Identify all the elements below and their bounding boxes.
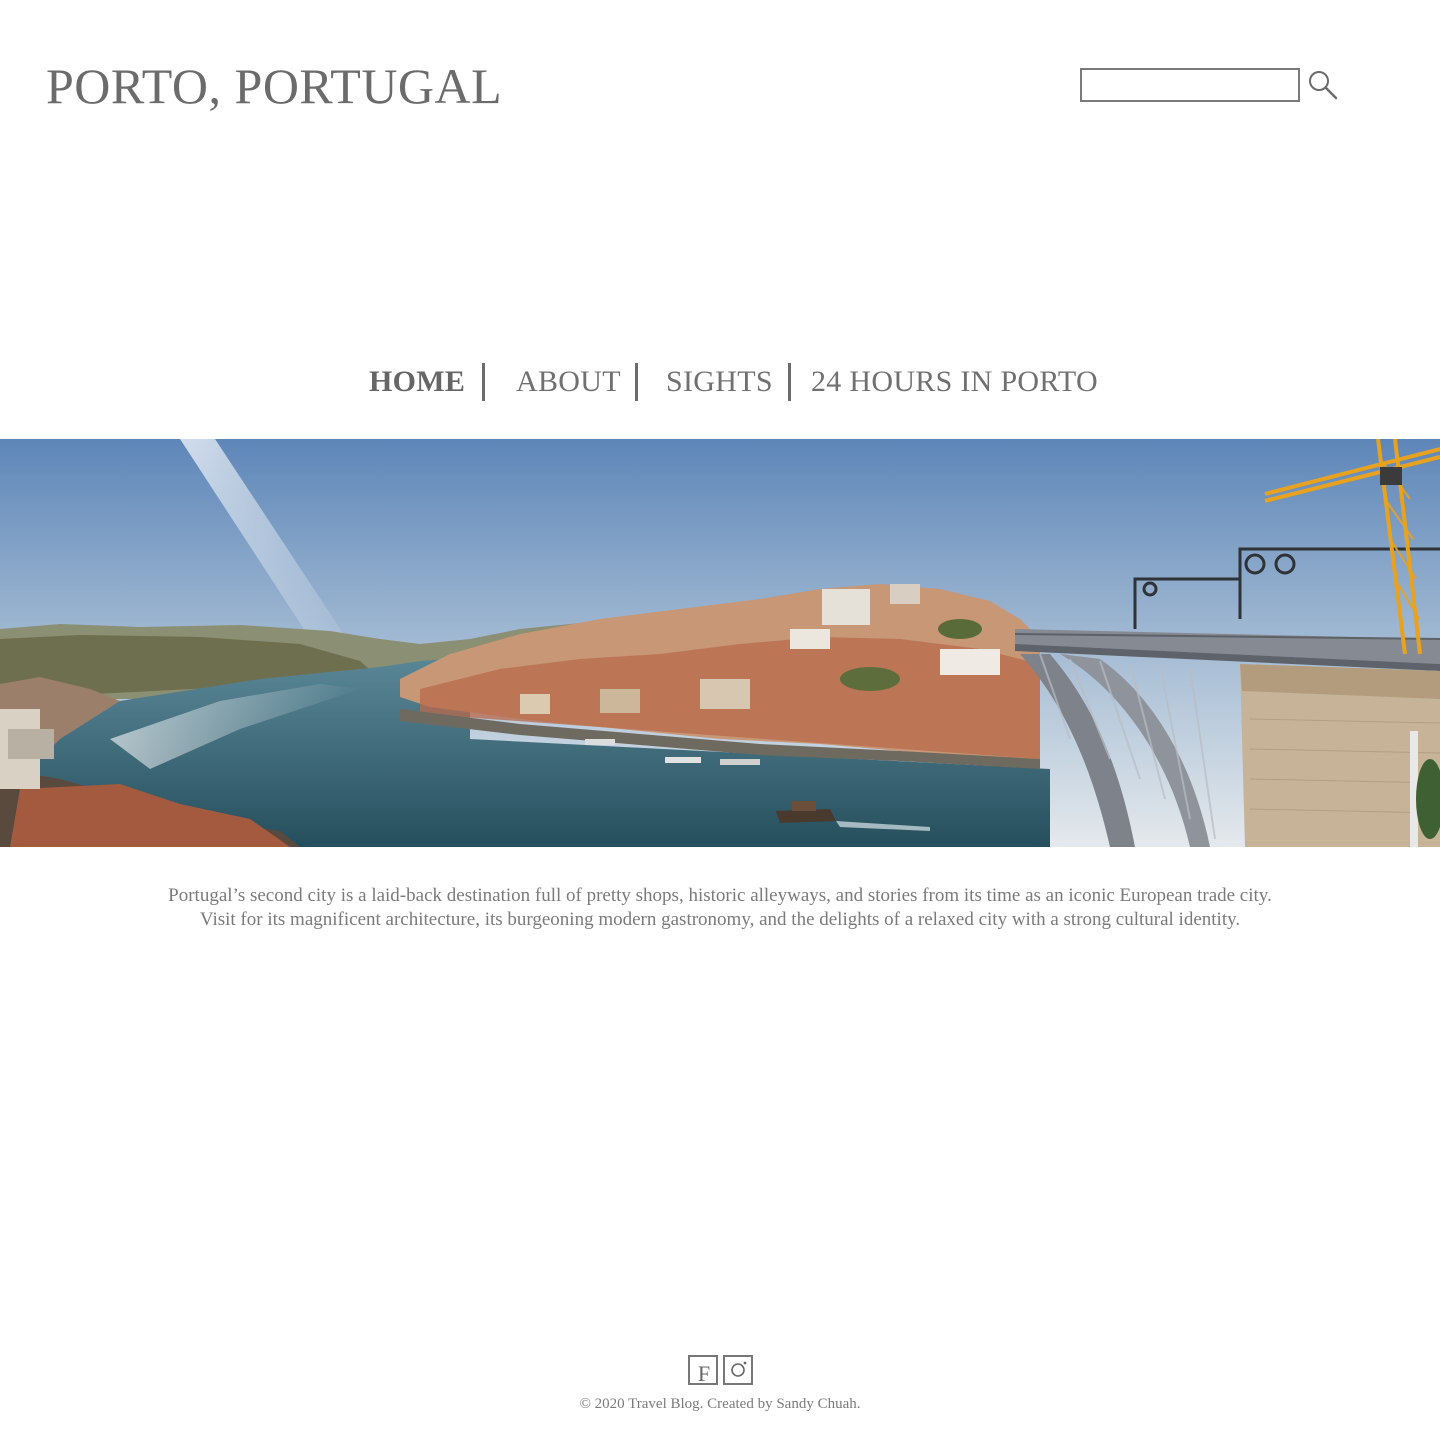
search-icon [1309, 71, 1338, 100]
hero-image [0, 439, 1440, 847]
footer-copyright: © 2020 Travel Blog. Created by Sandy Chu… [579, 1396, 861, 1412]
search-input[interactable] [1080, 68, 1300, 102]
nav-divider [635, 363, 638, 401]
nav-divider [788, 363, 791, 401]
facebook-icon: F [698, 1361, 710, 1386]
nav-item-24-hours-in-porto[interactable]: 24 HOURS IN PORTO [811, 364, 1098, 400]
instagram-icon [731, 1361, 747, 1377]
facebook-glyph: F [698, 1361, 710, 1383]
main-nav: HOME ABOUT SIGHTS 24 HOURS IN PORTO [0, 356, 1440, 408]
hero-panorama [0, 439, 1440, 847]
page: PORTO, PORTUGAL HOME ABOUT SIGHTS 24 HOU… [0, 0, 1440, 1447]
nav-item-about[interactable]: ABOUT [516, 364, 621, 400]
nav-item-home[interactable]: HOME [369, 364, 465, 400]
facebook-link[interactable]: F [688, 1355, 718, 1386]
site-title[interactable]: PORTO, PORTUGAL [46, 56, 502, 116]
nav-divider [482, 363, 485, 401]
nav-item-sights[interactable]: SIGHTS [666, 364, 773, 400]
intro-paragraph: Portugal’s second city is a laid-back de… [168, 885, 1272, 930]
instagram-link[interactable] [723, 1355, 753, 1385]
search-button[interactable] [1306, 68, 1340, 102]
